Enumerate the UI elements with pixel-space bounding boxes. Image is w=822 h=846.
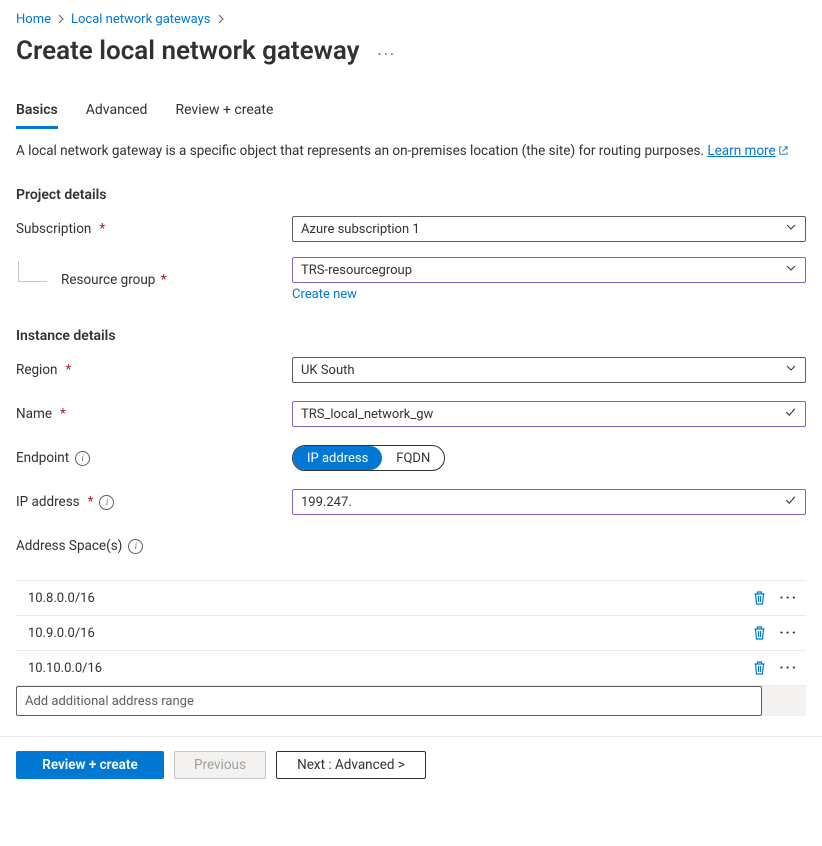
address-space-label: Address Space(s) xyxy=(16,538,122,554)
address-value: 10.9.0.0/16 xyxy=(28,626,752,641)
required-icon: * xyxy=(66,362,72,378)
subscription-dropdown[interactable]: Azure subscription 1 xyxy=(292,216,806,242)
info-icon[interactable]: i xyxy=(128,539,143,554)
chevron-down-icon xyxy=(785,262,797,278)
name-label: Name xyxy=(16,406,52,422)
previous-button: Previous xyxy=(174,751,266,779)
delete-address-button[interactable] xyxy=(752,660,767,676)
check-icon xyxy=(784,406,797,423)
learn-more-link[interactable]: Learn more xyxy=(707,143,788,159)
description-text: A local network gateway is a specific ob… xyxy=(16,143,707,159)
name-value: TRS_local_network_gw xyxy=(301,407,433,422)
tab-review-create[interactable]: Review + create xyxy=(175,96,273,129)
info-icon[interactable]: i xyxy=(99,495,114,510)
endpoint-label: Endpoint xyxy=(16,450,69,466)
region-label: Region xyxy=(16,362,58,378)
ip-address-label: IP address xyxy=(16,494,80,510)
chevron-right-icon xyxy=(57,12,65,27)
breadcrumb-home[interactable]: Home xyxy=(16,12,51,27)
breadcrumb: Home Local network gateways xyxy=(16,8,806,30)
chevron-down-icon xyxy=(785,221,797,237)
review-create-button[interactable]: Review + create xyxy=(16,751,164,779)
required-icon: * xyxy=(88,494,94,510)
more-actions-button[interactable]: ··· xyxy=(378,39,397,64)
page-title: Create local network gateway xyxy=(16,36,360,66)
external-link-icon xyxy=(776,143,789,159)
resource-group-dropdown[interactable]: TRS-resourcegroup xyxy=(292,257,806,283)
required-icon: * xyxy=(60,406,66,422)
add-address-actions-spacer xyxy=(762,686,806,716)
chevron-down-icon xyxy=(785,362,797,378)
next-button[interactable]: Next : Advanced > xyxy=(276,751,426,779)
tree-connector-icon xyxy=(18,261,47,282)
section-instance-details: Instance details xyxy=(16,328,806,344)
resource-group-value: TRS-resourcegroup xyxy=(301,263,412,278)
breadcrumb-section[interactable]: Local network gateways xyxy=(71,12,211,27)
resource-group-label: Resource group xyxy=(61,272,155,288)
section-project-details: Project details xyxy=(16,187,806,203)
subscription-value: Azure subscription 1 xyxy=(301,222,420,237)
tab-description: A local network gateway is a specific ob… xyxy=(16,141,806,161)
required-icon: * xyxy=(157,272,166,288)
add-address-input[interactable]: Add additional address range xyxy=(16,686,762,716)
ip-address-input[interactable]: 199.247. xyxy=(292,489,806,515)
wizard-footer: Review + create Previous Next : Advanced… xyxy=(0,736,822,797)
address-row: 10.9.0.0/16 ··· xyxy=(16,616,806,651)
create-new-resource-group-link[interactable]: Create new xyxy=(292,287,357,302)
ip-address-value: 199.247. xyxy=(301,495,352,510)
delete-address-button[interactable] xyxy=(752,625,767,641)
endpoint-option-ip[interactable]: IP address xyxy=(293,446,382,470)
subscription-label: Subscription xyxy=(16,221,91,237)
name-input[interactable]: TRS_local_network_gw xyxy=(292,401,806,427)
add-address-placeholder: Add additional address range xyxy=(25,694,194,709)
tabs: Basics Advanced Review + create xyxy=(16,96,806,129)
chevron-right-icon xyxy=(217,12,225,27)
address-row-more-button[interactable]: ··· xyxy=(775,625,802,641)
delete-address-button[interactable] xyxy=(752,590,767,606)
region-value: UK South xyxy=(301,363,355,378)
endpoint-toggle: IP address FQDN xyxy=(292,445,445,471)
info-icon[interactable]: i xyxy=(75,451,90,466)
tab-basics[interactable]: Basics xyxy=(16,96,58,129)
region-dropdown[interactable]: UK South xyxy=(292,357,806,383)
address-value: 10.10.0.0/16 xyxy=(28,661,752,676)
endpoint-option-fqdn[interactable]: FQDN xyxy=(382,446,444,470)
address-value: 10.8.0.0/16 xyxy=(28,591,752,606)
address-space-list: 10.8.0.0/16 ··· 10.9.0.0/16 ··· 10.10.0.… xyxy=(16,580,806,716)
tab-advanced[interactable]: Advanced xyxy=(86,96,148,129)
required-icon: * xyxy=(99,221,105,237)
address-row: 10.10.0.0/16 ··· xyxy=(16,651,806,686)
check-icon xyxy=(784,494,797,511)
address-row: 10.8.0.0/16 ··· xyxy=(16,580,806,616)
address-row-more-button[interactable]: ··· xyxy=(775,660,802,676)
address-row-more-button[interactable]: ··· xyxy=(775,590,802,606)
